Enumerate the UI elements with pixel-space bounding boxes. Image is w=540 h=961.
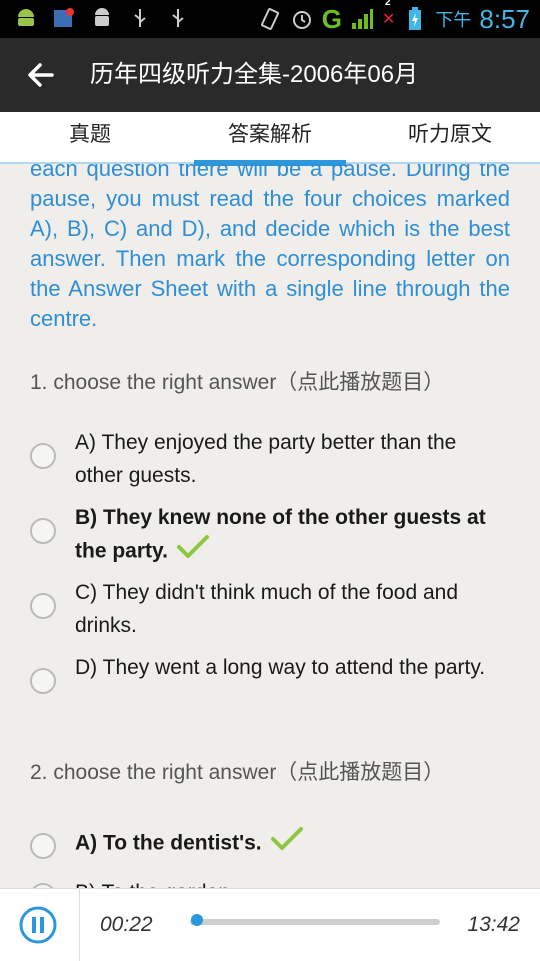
status-bar: G ✕ 2 下午 8:57 xyxy=(0,0,540,38)
tab-real-exam[interactable]: 真题 xyxy=(0,112,180,162)
no-signal-icon: ✕ 2 xyxy=(382,0,395,29)
ampm-label: 下午 xyxy=(435,10,472,30)
app-notification-icon xyxy=(52,6,76,30)
battery-icon xyxy=(403,7,427,31)
option-text: A) They enjoyed the party better than th… xyxy=(75,431,457,487)
radio-button[interactable] xyxy=(30,518,56,544)
vibrate-icon xyxy=(258,7,282,31)
total-time: 13:42 xyxy=(467,913,520,936)
option-text: A) To the dentist's. xyxy=(75,831,262,855)
network-type-label: G xyxy=(321,3,342,34)
player-divider xyxy=(79,889,80,961)
tab-answer-explanation[interactable]: 答案解析 xyxy=(180,112,360,166)
audio-player: 00:22 13:42 xyxy=(0,888,540,961)
alarm-icon xyxy=(290,7,314,31)
radio-button[interactable] xyxy=(30,833,56,859)
signal-icon xyxy=(350,7,374,31)
radio-button[interactable] xyxy=(30,593,56,619)
option-text: C) They didn't think much of the food an… xyxy=(75,581,459,637)
page-title: 历年四级听力全集-2006年06月 xyxy=(90,61,419,88)
progress-thumb[interactable] xyxy=(190,914,203,926)
clock: 8:57 xyxy=(479,3,530,34)
question-1-prompt[interactable]: 1. choose the right answer（点此播放题目） xyxy=(30,366,444,396)
android-icon xyxy=(14,6,38,30)
question-2-prompt[interactable]: 2. choose the right answer（点此播放题目） xyxy=(30,756,444,786)
usb-icon xyxy=(128,6,152,30)
radio-button[interactable] xyxy=(30,668,56,694)
pause-icon[interactable] xyxy=(18,905,58,945)
answer-content[interactable]: each question there will be a pause. Dur… xyxy=(0,164,540,888)
correct-check-icon xyxy=(176,534,210,570)
radio-button[interactable] xyxy=(30,443,56,469)
action-bar: 历年四级听力全集-2006年06月 xyxy=(0,38,540,112)
usb-icon xyxy=(166,6,190,30)
progress-track[interactable] xyxy=(190,919,440,925)
back-arrow-icon[interactable] xyxy=(22,56,60,94)
correct-check-icon xyxy=(270,826,304,862)
android-robot-icon xyxy=(90,6,114,30)
tab-bar: 真题 答案解析 听力原文 xyxy=(0,112,540,166)
tab-transcript[interactable]: 听力原文 xyxy=(360,112,540,162)
option-text: D) They went a long way to attend the pa… xyxy=(75,656,486,679)
option-text: B) To the garden. xyxy=(75,876,505,888)
option-text: B) They knew none of the other guests at… xyxy=(75,506,486,563)
notif-count: 2 xyxy=(384,0,391,8)
directions-text: each question there will be a pause. Dur… xyxy=(30,164,510,331)
elapsed-time: 00:22 xyxy=(100,913,153,936)
